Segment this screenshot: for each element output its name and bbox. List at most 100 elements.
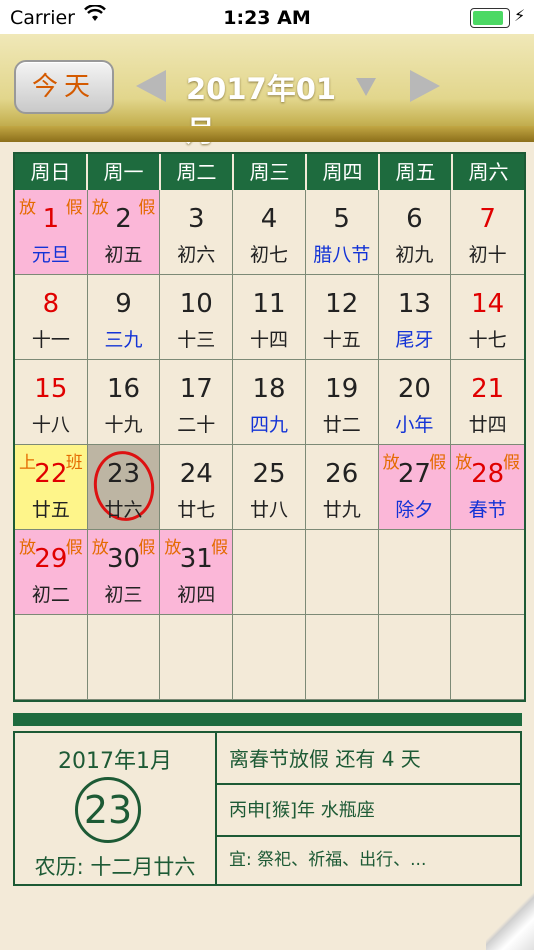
day-number: 28 — [471, 459, 505, 489]
day-number: 27 — [397, 459, 431, 489]
lunar-day: 廿六 — [104, 499, 143, 521]
lunar-day: 元旦 — [31, 244, 70, 266]
prev-month-icon[interactable] — [136, 70, 166, 102]
day-cell[interactable]: 放假 29 初二 — [15, 530, 88, 615]
empty-cell — [451, 530, 524, 615]
day-number: 18 — [252, 374, 286, 404]
lunar-day: 初六 — [177, 244, 216, 266]
day-number: 7 — [479, 204, 496, 234]
lunar-day: 尾牙 — [395, 329, 434, 351]
day-cell[interactable]: 5 腊八节 — [305, 190, 379, 275]
lunar-day: 廿七 — [177, 499, 216, 521]
day-number: 31 — [179, 544, 213, 574]
day-number: 29 — [34, 544, 68, 574]
empty-cell — [378, 530, 452, 615]
day-cell[interactable]: 7 初十 — [451, 190, 524, 275]
day-cell[interactable]: 15 十八 — [15, 360, 88, 445]
day-cell[interactable]: 23 廿六 — [87, 445, 161, 530]
weekday-label: 周六 — [451, 154, 524, 190]
header: 今天 2017年01月 — [0, 34, 534, 148]
day-cell[interactable]: 放假 27 除夕 — [378, 445, 452, 530]
lunar-day: 十八 — [31, 414, 70, 436]
day-number: 20 — [397, 374, 431, 404]
empty-cell — [233, 615, 306, 700]
clock: 1:23 AM — [223, 7, 311, 29]
day-details: 离春节放假 还有 4 天 丙申[猴]年 水瓶座 宜: 祭祀、祈福、出行、... — [217, 733, 520, 884]
day-cell[interactable]: 放假 28 春节 — [451, 445, 524, 530]
battery-icon — [470, 8, 510, 28]
lunar-day: 廿五 — [31, 499, 70, 521]
page-curl[interactable] — [486, 892, 534, 950]
empty-cell — [87, 615, 161, 700]
day-cell[interactable]: 10 十三 — [160, 275, 234, 360]
day-number: 25 — [252, 459, 286, 489]
lunar-day: 除夕 — [395, 499, 434, 521]
empty-cell — [451, 615, 524, 700]
day-number: 1 — [42, 204, 60, 234]
day-cell[interactable]: 9 三九 — [87, 275, 161, 360]
day-cell[interactable]: 放假 31 初四 — [160, 530, 234, 615]
day-number: 26 — [325, 459, 359, 489]
lunar-day: 三九 — [104, 329, 143, 351]
empty-cell — [233, 530, 306, 615]
day-cell[interactable]: 6 初九 — [378, 190, 452, 275]
lunar-day: 初四 — [177, 584, 216, 606]
day-number: 2 — [115, 204, 132, 234]
day-number: 19 — [325, 374, 359, 404]
day-number: 6 — [406, 204, 423, 234]
day-cell[interactable]: 24 廿七 — [160, 445, 234, 530]
day-number: 10 — [179, 289, 213, 319]
lunar-day: 十七 — [468, 329, 507, 351]
day-number: 23 — [107, 459, 141, 489]
day-number: 16 — [107, 374, 141, 404]
next-month-icon[interactable] — [410, 70, 440, 102]
day-info-panel: 2017年1月 23 农历: 十二月廿六 离春节放假 还有 4 天 丙申[猴]年… — [13, 731, 522, 886]
day-cell[interactable]: 13 尾牙 — [378, 275, 452, 360]
day-cell[interactable]: 18 四九 — [233, 360, 306, 445]
empty-cell — [378, 615, 452, 700]
lunar-day: 十四 — [249, 329, 288, 351]
day-cell[interactable]: 19 廿二 — [305, 360, 379, 445]
status-bar: Carrier 1:23 AM ⚡ — [0, 0, 534, 34]
lunar-day: 腊八节 — [313, 244, 371, 266]
calendar: 周日 周一 周二 周三 周四 周五 周六 放假 1 元旦放假 2 初五 3 初六 4 初七 5 腊八节 6 初九 7 初… — [13, 152, 526, 702]
lunar-day: 十九 — [104, 414, 143, 436]
day-cell[interactable]: 25 廿八 — [233, 445, 306, 530]
lunar-day: 春节 — [468, 499, 507, 521]
auspicious-activities[interactable]: 宜: 祭祀、祈福、出行、... — [217, 837, 520, 884]
divider — [13, 713, 522, 726]
day-number: 14 — [471, 289, 505, 319]
charging-icon: ⚡ — [514, 6, 526, 25]
lunar-day: 四九 — [249, 414, 288, 436]
empty-cell — [15, 615, 88, 700]
lunar-day: 初十 — [468, 244, 507, 266]
day-number: 15 — [34, 374, 68, 404]
lunar-day: 初九 — [395, 244, 434, 266]
day-cell[interactable]: 放假 2 初五 — [87, 190, 161, 275]
day-cell[interactable]: 21 廿四 — [451, 360, 524, 445]
chevron-down-icon[interactable] — [356, 78, 376, 96]
lunar-day: 十一 — [31, 329, 70, 351]
empty-cell — [305, 615, 379, 700]
weekday-label: 周四 — [305, 154, 378, 190]
day-cell[interactable]: 12 十五 — [305, 275, 379, 360]
day-cell[interactable]: 4 初七 — [233, 190, 306, 275]
day-cell[interactable]: 26 廿九 — [305, 445, 379, 530]
day-cell[interactable]: 放假 1 元旦 — [15, 190, 88, 275]
day-cell[interactable]: 14 十七 — [451, 275, 524, 360]
day-cell[interactable]: 3 初六 — [160, 190, 234, 275]
calendar-grid: 放假 1 元旦放假 2 初五 3 初六 4 初七 5 腊八节 6 初九 7 初十 8 十一 9 三九 10 十三 11 十四… — [15, 190, 524, 700]
day-number: 9 — [115, 289, 132, 319]
day-cell[interactable]: 11 十四 — [233, 275, 306, 360]
day-cell[interactable]: 上班 22 廿五 — [15, 445, 88, 530]
day-number: 3 — [188, 204, 205, 234]
day-cell[interactable]: 8 十一 — [15, 275, 88, 360]
year-month-label: 2017年1月 — [58, 749, 172, 774]
day-cell[interactable]: 20 小年 — [378, 360, 452, 445]
day-cell[interactable]: 17 二十 — [160, 360, 234, 445]
day-cell[interactable]: 放假 30 初三 — [87, 530, 161, 615]
today-button[interactable]: 今天 — [14, 60, 114, 114]
weekday-label: 周日 — [30, 160, 71, 184]
day-cell[interactable]: 16 十九 — [87, 360, 161, 445]
lunar-day: 廿九 — [322, 499, 361, 521]
